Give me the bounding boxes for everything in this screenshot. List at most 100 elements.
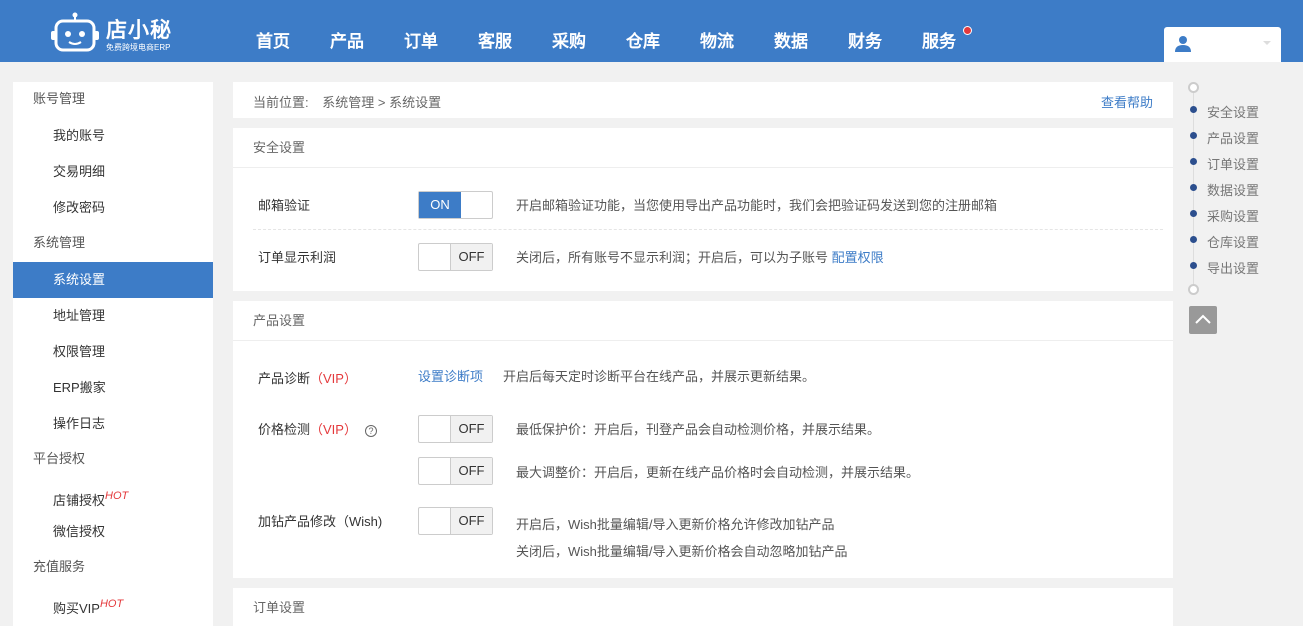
email-verify-desc: 开启邮箱验证功能，当您使用导出产品功能时，我们会把验证码发送到您的注册邮箱 — [516, 198, 998, 213]
nav-label: 数据 — [774, 32, 808, 51]
nav-home[interactable]: 首页 — [236, 0, 310, 62]
sidebar-item-change-password[interactable]: 修改密码 — [13, 190, 213, 226]
sidebar-item-permissions[interactable]: 权限管理 — [13, 334, 213, 370]
sidebar-item-wechat-auth[interactable]: 微信授权 — [13, 514, 213, 550]
nav-product[interactable]: 产品 — [310, 0, 384, 62]
anchor-start-circle — [1188, 82, 1199, 93]
anchor-label: 订单设置 — [1207, 157, 1260, 172]
toggle-state: OFF — [450, 458, 492, 484]
hot-badge: HOT — [99, 598, 124, 610]
nav-warehouse[interactable]: 仓库 — [606, 0, 680, 62]
diamond-desc-on: 开启后，Wish批量编辑/导入更新价格允许修改加钻产品 — [516, 517, 835, 532]
nav-label: 采购 — [552, 32, 586, 51]
diamond-product-toggle[interactable]: OFF — [418, 507, 493, 535]
anchor-dot — [1190, 184, 1197, 191]
robot-logo-icon — [51, 12, 99, 52]
toggle-state: OFF — [450, 244, 492, 270]
nav-data[interactable]: 数据 — [754, 0, 828, 62]
sidebar-item-label: 修改密码 — [53, 200, 106, 215]
nav-label: 订单 — [404, 32, 438, 51]
email-verify-toggle[interactable]: ON — [418, 191, 493, 219]
anchor-dot — [1190, 132, 1197, 139]
sidebar-group-recharge: 充值服务 — [33, 559, 86, 574]
product-diagnosis-label: 产品诊断（VIP） — [258, 368, 357, 387]
min-price-toggle[interactable]: OFF — [418, 415, 493, 443]
sidebar-item-erp-migration[interactable]: ERP搬家 — [13, 370, 213, 406]
breadcrumb-text: 当前位置: 系统管理 > 系统设置 — [253, 92, 441, 111]
sidebar-item-operation-log[interactable]: 操作日志 — [13, 406, 213, 442]
max-price-toggle[interactable]: OFF — [418, 457, 493, 485]
toggle-state: OFF — [450, 508, 492, 534]
logo[interactable]: 店小秘 免费跨境电商ERP — [50, 8, 190, 54]
anchor-label: 产品设置 — [1207, 131, 1260, 146]
sidebar-item-label: 微信授权 — [53, 524, 106, 539]
sidebar-item-transactions[interactable]: 交易明细 — [13, 154, 213, 190]
order-profit-toggle[interactable]: OFF — [418, 243, 493, 271]
breadcrumb: 当前位置: 系统管理 > 系统设置 查看帮助 — [233, 82, 1173, 118]
nav-purchase[interactable]: 采购 — [532, 0, 606, 62]
anchor-label: 采购设置 — [1207, 209, 1260, 224]
nav-finance[interactable]: 财务 — [828, 0, 902, 62]
sidebar: 账号管理 我的账号 交易明细 修改密码 系统管理 系统设置 地址管理 权限管理 … — [13, 82, 213, 626]
user-menu[interactable] — [1164, 27, 1281, 62]
anchor-dot — [1190, 262, 1197, 269]
logo-title: 店小秘 — [106, 19, 172, 42]
sidebar-group-account: 账号管理 — [33, 91, 86, 106]
toggle-state: ON — [419, 192, 461, 218]
sidebar-item-label: 我的账号 — [53, 128, 106, 143]
sidebar-item-shop-auth[interactable]: 店铺授权HOT — [13, 478, 213, 514]
nav-services[interactable]: 服务 — [902, 0, 976, 62]
panel-title: 订单设置 — [253, 600, 306, 615]
diamond-desc-off: 关闭后，Wish批量编辑/导入更新价格会自动忽略加钻产品 — [516, 544, 848, 559]
sidebar-item-label: 交易明细 — [53, 164, 106, 179]
nav-label: 物流 — [700, 32, 734, 51]
max-price-desc: 最大调整价：开启后，更新在线产品价格时会自动检测，并展示结果。 — [516, 465, 920, 480]
anchor-label: 导出设置 — [1207, 261, 1260, 276]
toggle-state: OFF — [450, 416, 492, 442]
panel-title: 安全设置 — [233, 128, 1173, 168]
main-nav: 首页 产品 订单 客服 采购 仓库 物流 数据 财务 服务 — [236, 0, 976, 62]
panel-title: 产品设置 — [233, 301, 1173, 341]
sidebar-item-label: 权限管理 — [53, 344, 106, 359]
config-permission-link[interactable]: 配置权限 — [832, 250, 884, 265]
nav-label: 首页 — [256, 32, 290, 51]
chevron-up-icon — [1195, 314, 1211, 324]
sidebar-item-address[interactable]: 地址管理 — [13, 298, 213, 334]
question-icon[interactable]: ? — [364, 425, 377, 437]
sidebar-item-label: ERP搬家 — [53, 380, 106, 395]
nav-service[interactable]: 客服 — [458, 0, 532, 62]
top-navbar: 店小秘 免费跨境电商ERP 首页 产品 订单 客服 采购 仓库 物流 数据 财务… — [0, 0, 1303, 62]
nav-label: 产品 — [330, 32, 364, 51]
sidebar-item-label: 店铺授权 — [53, 493, 106, 508]
sidebar-group-system: 系统管理 — [33, 235, 86, 250]
sidebar-item-system-settings[interactable]: 系统设置 — [13, 262, 213, 298]
sidebar-item-my-account[interactable]: 我的账号 — [13, 118, 213, 154]
nav-logistics[interactable]: 物流 — [680, 0, 754, 62]
help-link[interactable]: 查看帮助 — [1101, 92, 1153, 111]
back-to-top-button[interactable] — [1189, 306, 1217, 334]
nav-label: 财务 — [848, 32, 882, 51]
diagnosis-settings-link[interactable]: 设置诊断项 — [418, 366, 483, 385]
chevron-down-icon — [1263, 41, 1271, 45]
price-check-text: 价格检测 — [258, 422, 311, 437]
vip-tag: （VIP） — [310, 371, 357, 386]
nav-order[interactable]: 订单 — [384, 0, 458, 62]
product-diagnosis-desc: 开启后每天定时诊断平台在线产品，并展示更新结果。 — [503, 369, 816, 384]
anchor-dot — [1190, 106, 1197, 113]
notification-dot — [963, 26, 972, 35]
anchor-label: 数据设置 — [1207, 183, 1260, 198]
price-check-label: 价格检测（VIP）? — [258, 419, 377, 438]
vip-tag: （VIP） — [310, 422, 357, 437]
sidebar-item-label: 操作日志 — [53, 416, 106, 431]
order-profit-label: 订单显示利润 — [258, 250, 337, 265]
product-settings-panel: 产品设置 产品诊断（VIP） 设置诊断项 开启后每天定时诊断平台在线产品，并展示… — [233, 301, 1173, 578]
anchor-dot — [1190, 236, 1197, 243]
breadcrumb-path: 系统管理 > 系统设置 — [322, 95, 442, 110]
anchor-dot — [1190, 158, 1197, 165]
logo-subtitle: 免费跨境电商ERP — [106, 43, 171, 52]
sidebar-item-buy-vip[interactable]: 购买VIPHOT — [13, 586, 213, 622]
nav-label: 服务 — [922, 32, 956, 51]
diamond-product-label: 加钻产品修改（Wish) — [258, 514, 383, 529]
order-settings-panel: 订单设置 — [233, 588, 1173, 626]
hot-badge: HOT — [105, 490, 129, 502]
